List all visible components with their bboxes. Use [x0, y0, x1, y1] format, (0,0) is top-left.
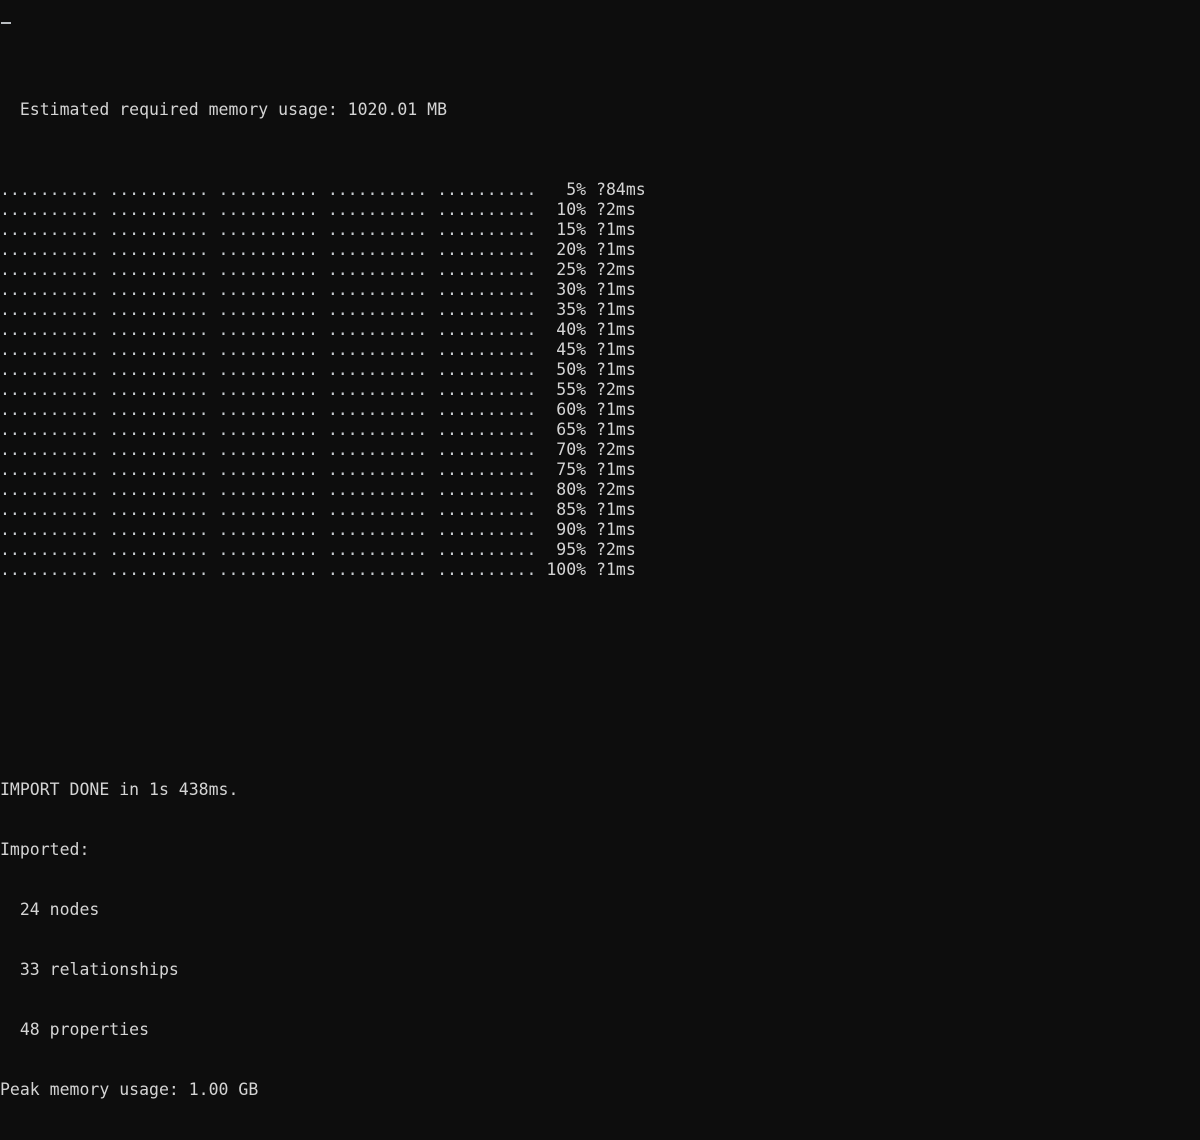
progress-percent: 25%	[536, 260, 587, 279]
spacer-line-1	[0, 640, 1200, 660]
import-progress-row: .......... .......... .......... .......…	[0, 360, 1200, 380]
progress-percent: 70%	[536, 440, 587, 459]
progress-percent: 55%	[536, 380, 587, 399]
progress-percent: 15%	[536, 220, 587, 239]
progress-dots: .......... .......... .......... .......…	[0, 200, 537, 219]
progress-dots: .......... .......... .......... .......…	[0, 220, 537, 239]
imported-nodes-line: 24 nodes	[0, 900, 100, 919]
progress-dots: .......... .......... .......... .......…	[0, 540, 537, 559]
import-progress-list: .......... .......... .......... .......…	[0, 180, 1200, 580]
progress-elapsed: ?2ms	[586, 440, 636, 459]
peak-memory-line: Peak memory usage: 1.00 GB	[0, 1080, 259, 1099]
progress-dots: .......... .......... .......... .......…	[0, 180, 537, 199]
import-progress-row: .......... .......... .......... .......…	[0, 560, 1200, 580]
progress-percent: 60%	[536, 400, 587, 419]
progress-elapsed: ?1ms	[586, 240, 636, 259]
progress-elapsed: ?2ms	[586, 540, 636, 559]
import-progress-row: .......... .......... .......... .......…	[0, 400, 1200, 420]
progress-elapsed: ?2ms	[586, 260, 636, 279]
progress-percent: 20%	[536, 240, 587, 259]
progress-elapsed: ?1ms	[586, 360, 636, 379]
progress-elapsed: ?1ms	[586, 280, 636, 299]
progress-elapsed: ?84ms	[586, 180, 646, 199]
progress-percent: 90%	[536, 520, 587, 539]
progress-dots: .......... .......... .......... .......…	[0, 340, 537, 359]
progress-dots: .......... .......... .......... .......…	[0, 400, 537, 419]
imported-relationships-line: 33 relationships	[0, 960, 179, 979]
progress-dots: .......... .......... .......... .......…	[0, 360, 537, 379]
import-progress-row: .......... .......... .......... .......…	[0, 520, 1200, 540]
progress-elapsed: ?1ms	[586, 300, 636, 319]
progress-elapsed: ?1ms	[586, 220, 636, 239]
progress-dots: .......... .......... .......... .......…	[0, 280, 537, 299]
import-progress-row: .......... .......... .......... .......…	[0, 300, 1200, 320]
spacer-line-2	[0, 700, 1200, 720]
progress-percent: 10%	[536, 200, 587, 219]
progress-dots: .......... .......... .......... .......…	[0, 420, 537, 439]
text-cursor-artifact	[1, 22, 11, 24]
import-progress-row: .......... .......... .......... .......…	[0, 500, 1200, 520]
progress-percent: 65%	[536, 420, 587, 439]
progress-elapsed: ?1ms	[586, 420, 636, 439]
progress-percent: 95%	[536, 540, 587, 559]
progress-dots: .......... .......... .......... .......…	[0, 380, 537, 399]
progress-percent: 75%	[536, 460, 587, 479]
progress-dots: .......... .......... .......... .......…	[0, 500, 537, 519]
import-progress-row: .......... .......... .......... .......…	[0, 460, 1200, 480]
progress-dots: .......... .......... .......... .......…	[0, 300, 537, 319]
progress-dots: .......... .......... .......... .......…	[0, 320, 537, 339]
progress-elapsed: ?1ms	[586, 320, 636, 339]
progress-percent: 40%	[536, 320, 587, 339]
import-progress-row: .......... .......... .......... .......…	[0, 320, 1200, 340]
progress-percent: 5%	[536, 180, 587, 199]
progress-elapsed: ?1ms	[586, 560, 636, 579]
progress-elapsed: ?1ms	[586, 340, 636, 359]
progress-dots: .......... .......... .......... .......…	[0, 260, 537, 279]
progress-elapsed: ?1ms	[586, 500, 636, 519]
import-progress-row: .......... .......... .......... .......…	[0, 480, 1200, 500]
import-progress-row: .......... .......... .......... .......…	[0, 540, 1200, 560]
import-progress-row: .......... .......... .......... .......…	[0, 220, 1200, 240]
progress-percent: 100%	[536, 560, 587, 579]
progress-elapsed: ?1ms	[586, 400, 636, 419]
progress-dots: .......... .......... .......... .......…	[0, 440, 537, 459]
progress-elapsed: ?1ms	[586, 520, 636, 539]
estimated-memory-line: Estimated required memory usage: 1020.01…	[0, 100, 448, 119]
progress-percent: 50%	[536, 360, 587, 379]
import-progress-row: .......... .......... .......... .......…	[0, 280, 1200, 300]
progress-elapsed: ?1ms	[586, 460, 636, 479]
import-done-line: IMPORT DONE in 1s 438ms.	[0, 780, 239, 799]
progress-dots: .......... .......... .......... .......…	[0, 460, 537, 479]
import-progress-row: .......... .......... .......... .......…	[0, 180, 1200, 200]
imported-label-line: Imported:	[0, 840, 90, 859]
progress-dots: .......... .......... .......... .......…	[0, 520, 537, 539]
import-progress-row: .......... .......... .......... .......…	[0, 420, 1200, 440]
imported-properties-line: 48 properties	[0, 1020, 150, 1039]
import-progress-row: .......... .......... .......... .......…	[0, 260, 1200, 280]
progress-dots: .......... .......... .......... .......…	[0, 480, 537, 499]
import-progress-row: .......... .......... .......... .......…	[0, 440, 1200, 460]
progress-dots: .......... .......... .......... .......…	[0, 560, 537, 579]
progress-elapsed: ?2ms	[586, 200, 636, 219]
import-progress-row: .......... .......... .......... .......…	[0, 340, 1200, 360]
progress-percent: 45%	[536, 340, 587, 359]
progress-percent: 85%	[536, 500, 587, 519]
import-progress-row: .......... .......... .......... .......…	[0, 200, 1200, 220]
terminal-output-pane[interactable]: Estimated required memory usage: 1020.01…	[0, 0, 1200, 1099]
progress-elapsed: ?2ms	[586, 380, 636, 399]
progress-percent: 80%	[536, 480, 587, 499]
progress-percent: 35%	[536, 300, 587, 319]
import-progress-row: .......... .......... .......... .......…	[0, 240, 1200, 260]
import-progress-row: .......... .......... .......... .......…	[0, 380, 1200, 400]
progress-elapsed: ?2ms	[586, 480, 636, 499]
progress-percent: 30%	[536, 280, 587, 299]
progress-dots: .......... .......... .......... .......…	[0, 240, 537, 259]
